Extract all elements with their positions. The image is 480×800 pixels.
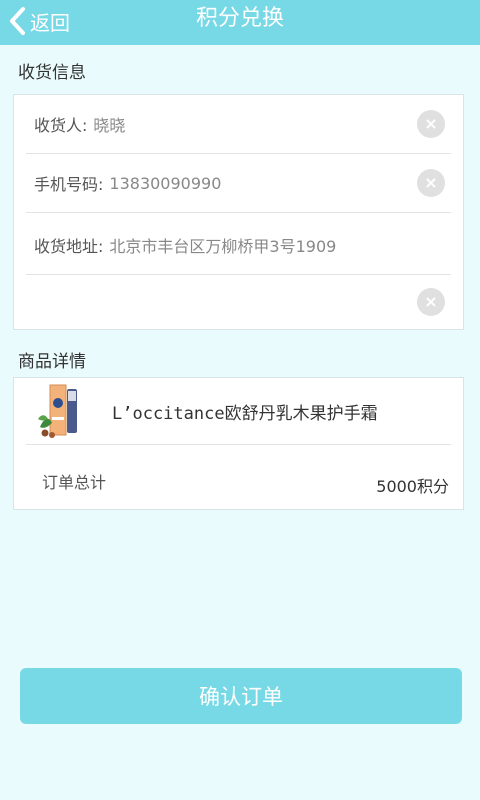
address-field[interactable]: 北京市丰台区万柳桥甲3号1909: [109, 233, 336, 257]
product-image: [36, 383, 96, 439]
phone-field[interactable]: 13830090990: [109, 174, 221, 193]
phone-row: 手机号码: 13830090990 ×: [26, 154, 451, 213]
page-title: 积分兑换: [195, 6, 284, 31]
product-card: L’occitance欧舒丹乳木果护手霜 订单总计 5000积分: [13, 377, 464, 510]
product-section-title: 商品详情: [18, 352, 86, 372]
phone-label: 手机号码:: [34, 175, 104, 194]
recipient-label: 收货人:: [34, 116, 88, 135]
clear-recipient-button[interactable]: ×: [417, 110, 445, 138]
address-line2-row: ×: [26, 273, 451, 331]
order-total-value: 5000积分: [376, 477, 449, 496]
order-total-label: 订单总计: [42, 473, 107, 492]
confirm-order-button[interactable]: 确认订单: [20, 668, 462, 724]
address-label: 收货地址:: [34, 237, 104, 256]
top-bar: 返回 积分兑换: [0, 0, 480, 45]
product-name: L’occitance欧舒丹乳木果护手霜: [112, 403, 378, 424]
product-row: L’occitance欧舒丹乳木果护手霜: [26, 378, 451, 445]
recipient-field[interactable]: 晓晓: [93, 112, 125, 136]
address-row: 收货地址: 北京市丰台区万柳桥甲3号1909: [26, 216, 451, 275]
clear-address-button[interactable]: ×: [417, 288, 445, 316]
order-total-row: 订单总计 5000积分: [26, 445, 451, 509]
clear-phone-button[interactable]: ×: [417, 169, 445, 197]
close-icon: ×: [424, 292, 438, 311]
close-icon: ×: [424, 114, 438, 133]
shipping-card: 收货人: 晓晓 × 手机号码: 13830090990 × 收货地址: 北京市丰…: [13, 94, 464, 330]
shipping-section-title: 收货信息: [18, 63, 86, 83]
recipient-row: 收货人: 晓晓 ×: [26, 95, 451, 154]
close-icon: ×: [424, 173, 438, 192]
